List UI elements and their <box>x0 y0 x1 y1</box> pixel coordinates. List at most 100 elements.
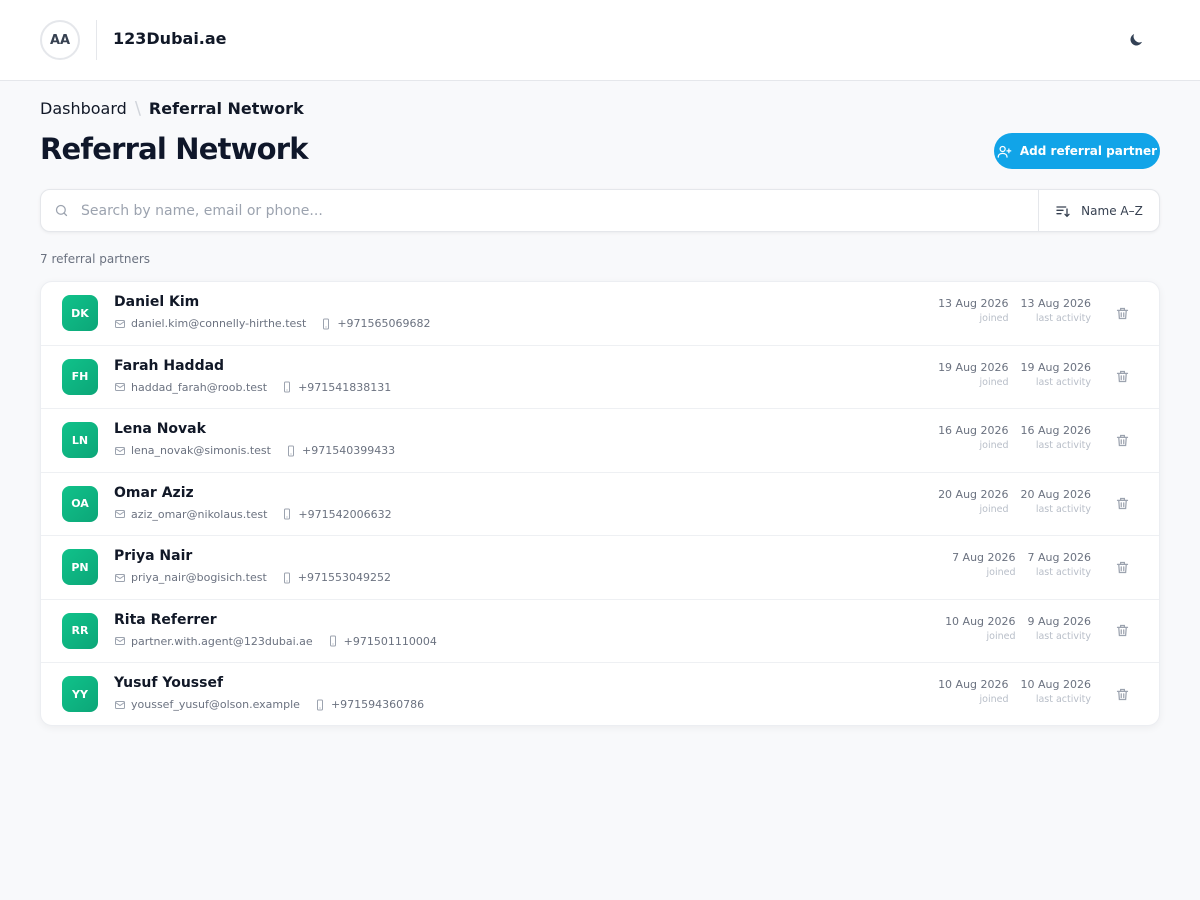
phone-icon <box>316 699 323 710</box>
last-activity-column: 20 Aug 2026 last activity <box>1021 488 1091 515</box>
partner-phone-item: +971501110004 <box>327 635 437 648</box>
delete-partner-button[interactable] <box>1113 622 1131 640</box>
partner-name[interactable]: Priya Nair <box>114 548 192 564</box>
mail-icon <box>115 319 125 328</box>
joined-date: 10 Aug 2026 <box>945 614 1016 628</box>
page-title: Referral Network <box>40 132 309 166</box>
partner-row[interactable]: YY Yusuf Youssef youssef_yusuf@olson.exa… <box>41 663 1159 725</box>
partner-email: haddad_farah@roob.test <box>131 380 268 394</box>
partner-name[interactable]: Lena Novak <box>114 421 206 437</box>
partner-row[interactable]: PN Priya Nair priya_nair@bogisich.test +… <box>41 536 1159 600</box>
last-activity-column: 10 Aug 2026 last activity <box>1021 678 1091 705</box>
trash-icon <box>1116 497 1128 510</box>
partner-phone: +971542006632 <box>298 507 392 521</box>
partner-initials: OA <box>71 497 89 510</box>
partner-phone-item: +971565069682 <box>320 317 431 330</box>
phone-icon <box>287 445 294 456</box>
joined-date: 13 Aug 2026 <box>938 297 1009 310</box>
mail-icon <box>115 700 125 709</box>
joined-date: 16 Aug 2026 <box>938 424 1009 437</box>
app-title[interactable]: 123Dubai.ae <box>113 29 227 48</box>
partner-row[interactable]: FH Farah Haddad haddad_farah@roob.test +… <box>41 346 1159 409</box>
mail-icon <box>115 383 125 391</box>
sort-icon <box>1056 205 1070 217</box>
partner-initials: PN <box>71 560 89 574</box>
breadcrumb-current: Referral Network <box>148 99 304 118</box>
partner-avatar: LN <box>62 422 98 458</box>
partner-contact: daniel.kim@connelly-hirthe.test +9715650… <box>114 317 445 330</box>
joined-date: 20 Aug 2026 <box>938 487 1009 501</box>
breadcrumb-dashboard[interactable]: Dashboard <box>40 99 127 118</box>
delete-partner-button[interactable] <box>1113 304 1131 322</box>
partner-name[interactable]: Yusuf Youssef <box>114 675 223 691</box>
partner-name[interactable]: Farah Haddad <box>114 358 224 374</box>
delete-partner-button[interactable] <box>1113 685 1131 703</box>
partner-email: lena_novak@simonis.test <box>131 444 271 457</box>
joined-date: 7 Aug 2026 <box>952 551 1016 564</box>
trash-icon <box>1116 307 1128 319</box>
partner-phone: +971501110004 <box>343 634 437 648</box>
partner-phone: +971541838131 <box>298 380 392 394</box>
search-icon-wrap <box>41 190 81 231</box>
joined-label: joined <box>979 313 1009 324</box>
partner-dates: 16 Aug 2026 joined 16 Aug 2026 last acti… <box>938 424 1091 451</box>
joined-column: 19 Aug 2026 joined <box>938 361 1008 388</box>
partner-list: DK Daniel Kim daniel.kim@connelly-hirthe… <box>40 281 1160 726</box>
trash-icon <box>1116 561 1128 573</box>
partner-initials: LN <box>71 433 89 447</box>
last-activity-date: 19 Aug 2026 <box>1020 360 1091 374</box>
phone-icon <box>323 318 330 329</box>
sort-button[interactable]: Name A–Z <box>1038 190 1159 231</box>
partner-avatar: OA <box>62 485 98 522</box>
last-activity-label: last activity <box>1035 694 1091 705</box>
delete-partner-button[interactable] <box>1113 558 1131 576</box>
partner-dates: 10 Aug 2026 joined 9 Aug 2026 last activ… <box>945 615 1091 642</box>
partner-email-item: aziz_omar@nikolaus.test <box>114 508 267 521</box>
joined-label: joined <box>979 503 1009 515</box>
partner-email: partner.with.agent@123dubai.ae <box>131 634 313 648</box>
search-icon <box>55 204 67 217</box>
theme-toggle-button[interactable] <box>1122 26 1150 54</box>
last-activity-label: last activity <box>1035 630 1091 642</box>
partner-avatar: RR <box>62 612 98 649</box>
last-activity-date: 16 Aug 2026 <box>1020 424 1091 437</box>
partner-row[interactable]: OA Omar Aziz aziz_omar@nikolaus.test +97… <box>41 473 1159 536</box>
partner-phone: +971553049252 <box>297 571 391 584</box>
last-activity-label: last activity <box>1035 440 1091 451</box>
last-activity-column: 7 Aug 2026 last activity <box>1028 551 1091 578</box>
partner-name[interactable]: Omar Aziz <box>114 485 194 501</box>
partner-email: aziz_omar@nikolaus.test <box>131 507 268 521</box>
partner-phone: +971565069682 <box>337 317 431 330</box>
partner-email: priya_nair@bogisich.test <box>131 571 267 584</box>
partner-name[interactable]: Daniel Kim <box>114 294 199 310</box>
joined-column: 10 Aug 2026 joined <box>945 615 1015 642</box>
partner-dates: 10 Aug 2026 joined 10 Aug 2026 last acti… <box>938 678 1091 705</box>
partner-email-item: lena_novak@simonis.test <box>114 444 271 457</box>
trash-icon <box>1116 624 1128 637</box>
delete-partner-button[interactable] <box>1113 431 1131 449</box>
joined-column: 7 Aug 2026 joined <box>952 551 1015 578</box>
partner-contact: aziz_omar@nikolaus.test +971542006632 <box>114 508 406 521</box>
partner-row[interactable]: DK Daniel Kim daniel.kim@connelly-hirthe… <box>41 282 1159 346</box>
add-referral-partner-button[interactable]: Add referral partner <box>994 133 1160 169</box>
last-activity-label: last activity <box>1035 567 1091 578</box>
partner-email-item: partner.with.agent@123dubai.ae <box>114 635 313 648</box>
user-avatar[interactable]: AA <box>40 20 80 60</box>
partner-name[interactable]: Rita Referrer <box>114 612 217 628</box>
partner-row[interactable]: RR Rita Referrer partner.with.agent@123d… <box>41 600 1159 663</box>
last-activity-date: 13 Aug 2026 <box>1020 297 1091 310</box>
joined-column: 10 Aug 2026 joined <box>938 678 1008 705</box>
search-input[interactable] <box>81 190 1038 231</box>
joined-column: 16 Aug 2026 joined <box>938 424 1008 451</box>
partner-contact: lena_novak@simonis.test +971540399433 <box>114 444 409 457</box>
partner-email-item: priya_nair@bogisich.test <box>114 571 267 584</box>
delete-partner-button[interactable] <box>1113 368 1131 386</box>
delete-partner-button[interactable] <box>1113 495 1131 513</box>
partner-contact: priya_nair@bogisich.test +971553049252 <box>114 571 405 584</box>
search-bar: Name A–Z <box>40 189 1160 232</box>
mail-icon <box>115 446 125 455</box>
trash-icon <box>1116 370 1128 383</box>
partner-phone-item: +971553049252 <box>281 571 391 584</box>
last-activity-date: 7 Aug 2026 <box>1027 551 1091 564</box>
partner-row[interactable]: LN Lena Novak lena_novak@simonis.test +9… <box>41 409 1159 473</box>
